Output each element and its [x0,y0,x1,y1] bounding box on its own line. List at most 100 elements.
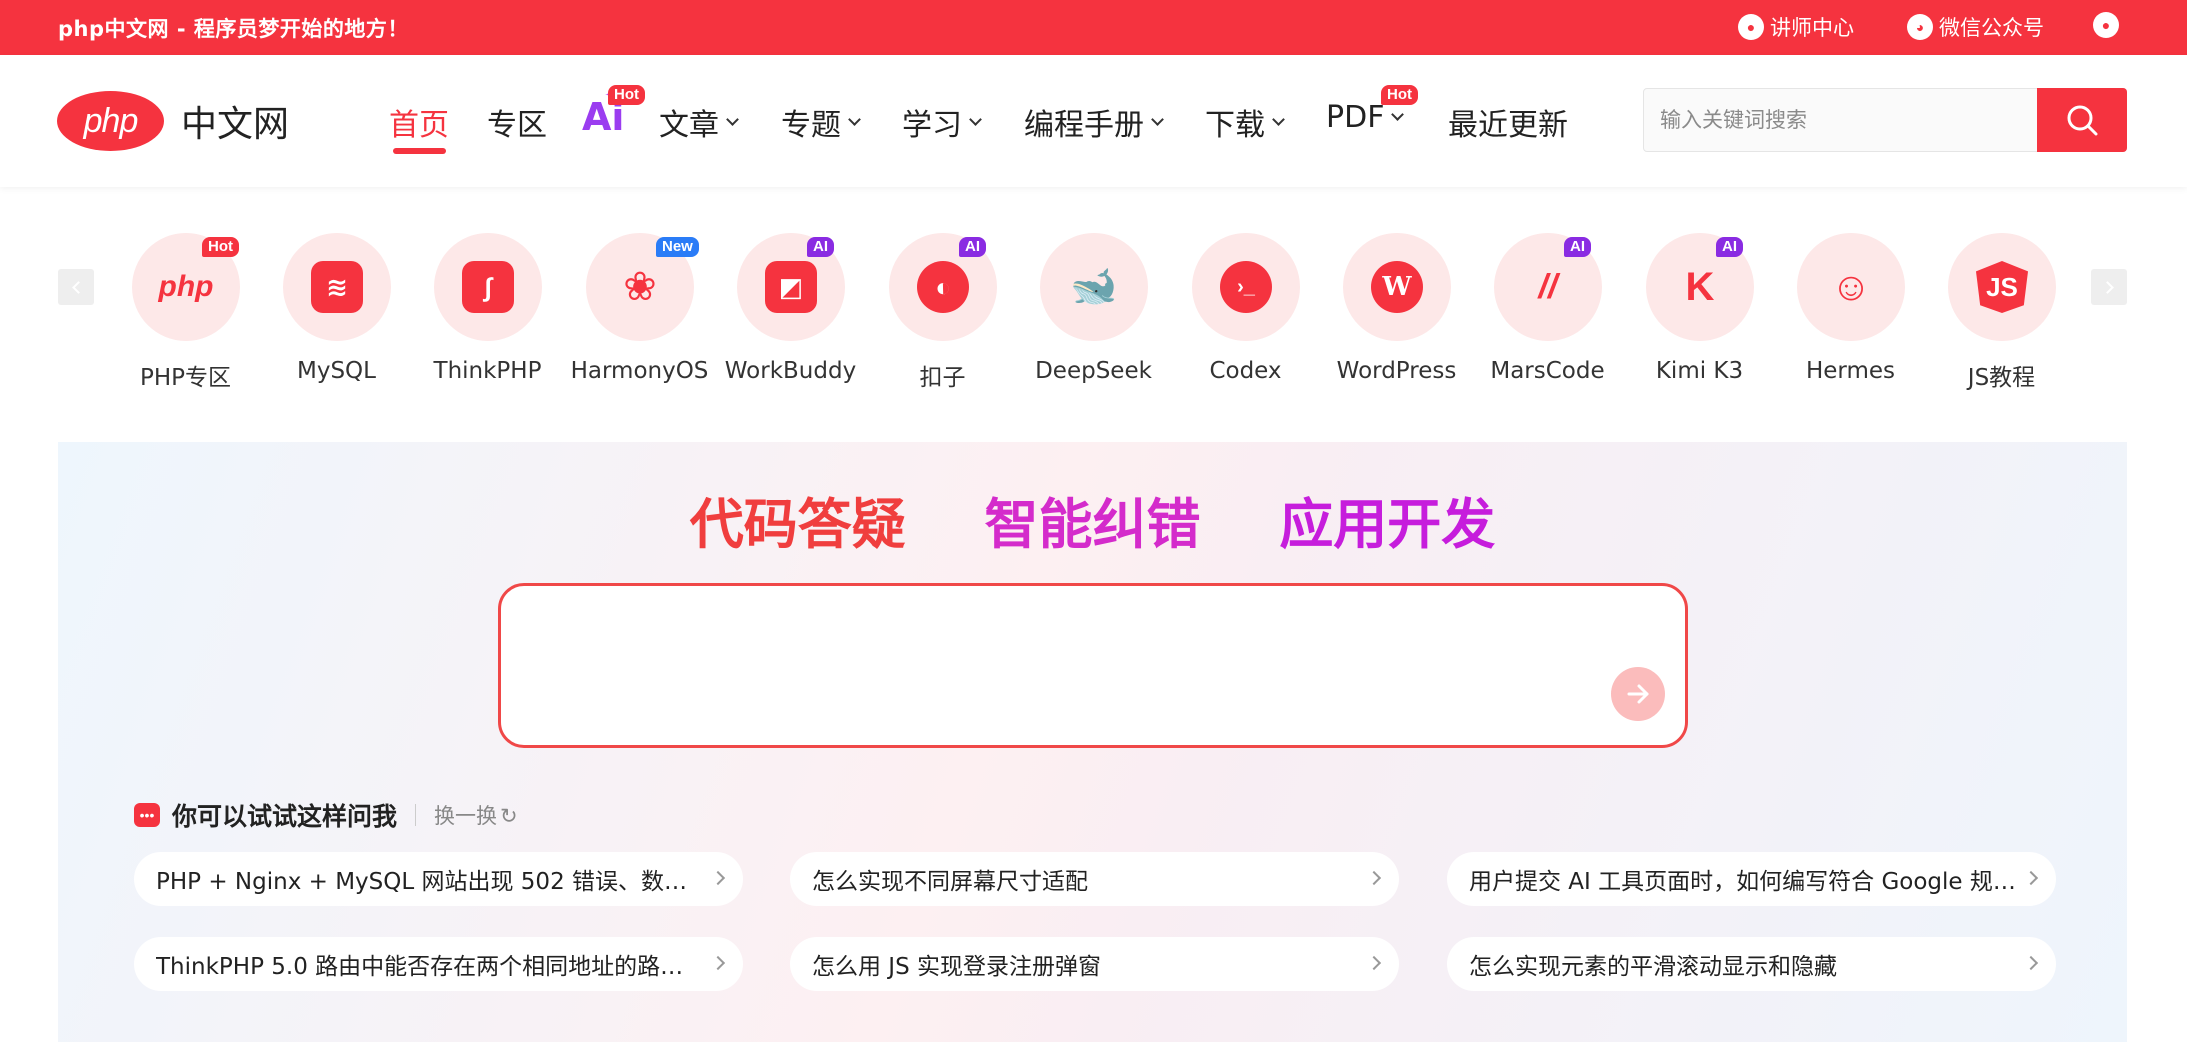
suggestion-text: 用户提交 AI 工具页面时，如何编写符合 Google 规范的结构化数据？ [1469,869,2016,895]
nav-manual[interactable]: 编程手册 [1024,100,1164,144]
carousel-prev-button[interactable] [58,269,94,305]
search-button[interactable] [2037,88,2127,152]
js-icon: JS [1976,261,2028,313]
chevron-right-icon [2023,955,2039,971]
top-bar: php中文网 - 程序员梦开始的地方！ ● 讲师中心 ◕ 微信公众号 ● [0,0,2187,55]
topic-wordpress[interactable]: W WordPress [1321,233,1472,413]
topic-deepseek[interactable]: 🐋 DeepSeek [1018,233,1169,413]
workbuddy-icon: ◩ [765,261,817,313]
nav-topics[interactable]: 专题 [781,100,861,144]
topic-label: WordPress [1336,358,1457,384]
suggestion-item[interactable]: 怎么实现元素的平滑滚动显示和隐藏 [1447,937,2056,991]
chevron-down-icon [1151,112,1164,126]
topic-label: JS教程 [1967,365,2036,391]
suggestion-item[interactable]: 怎么实现不同屏幕尺寸适配 [790,852,1399,906]
chevron-down-icon [848,112,861,126]
ai-assistant-panel: 代码答疑 智能纠错 应用开发 ••• 你可以试试这样问我 换一换 ↻ PHP + … [58,442,2127,1042]
nav-zone[interactable]: 专区 [487,100,547,144]
topic-mysql[interactable]: ≋ MySQL [261,233,412,413]
search-box [1643,88,2127,152]
suggestion-text: 怎么用 JS 实现登录注册弹窗 [812,954,1102,980]
lecturer-center-link[interactable]: ● 讲师中心 [1738,12,1854,42]
topic-thinkphp[interactable]: ∫ ThinkPHP [412,233,563,413]
refresh-button[interactable]: 换一换 ↻ [434,800,518,830]
suggestion-text: ThinkPHP 5.0 路由中能否存在两个相同地址的路由规则？ [156,954,703,980]
refresh-label: 换一换 [434,804,498,828]
topic-label: MySQL [297,358,376,384]
suggestion-item[interactable]: 用户提交 AI 工具页面时，如何编写符合 Google 规范的结构化数据？ [1447,852,2056,906]
topic-wordpress-circle: W [1343,233,1451,341]
nav-articles[interactable]: 文章 [659,100,739,144]
topic-js-circle: JS [1948,233,2056,341]
chevron-down-icon [726,112,739,126]
nav-active-underline [393,148,446,154]
main-nav: 首页 专区 Ai ✦ Hot 文章 专题 学习 编程手册 下载 PDF Hot … [0,55,1600,187]
marscode-icon: // [1538,267,1558,306]
refresh-icon: ↻ [500,804,518,828]
deepseek-icon: 🐋 [1070,266,1118,308]
nav-learn[interactable]: 学习 [902,100,982,144]
topic-label: 扣子 [919,365,966,391]
nav-home-label: 首页 [389,108,449,143]
site-slogan: php中文网 - 程序员梦开始的地方！ [58,17,409,41]
suggestion-item[interactable]: 怎么用 JS 实现登录注册弹窗 [790,937,1399,991]
ai-slogans: 代码答疑 智能纠错 应用开发 [58,480,2127,559]
nav-ai-hot-badge: Hot [608,85,645,105]
arrow-right-icon [1627,684,1649,704]
topic-js[interactable]: JS JS教程 [1926,233,2077,413]
topic-coze[interactable]: ◐ AI 扣子 [867,233,1018,413]
chevron-down-icon [1391,108,1405,121]
search-input[interactable] [1644,89,2037,151]
chevron-down-icon [1272,112,1285,126]
nav-recent[interactable]: 最近更新 [1448,100,1568,144]
carousel-next-button[interactable] [2091,269,2127,305]
codex-icon: ›_ [1220,261,1272,313]
lecturer-icon: ● [1738,14,1764,40]
topic-hermes[interactable]: ☺ Hermes [1775,233,1926,413]
suggestions-header: ••• 你可以试试这样问我 换一换 ↻ [134,797,518,833]
topic-badge: AI [1716,237,1743,257]
wordpress-icon: W [1371,261,1423,313]
topic-kimi[interactable]: K AI Kimi K3 [1624,233,1775,413]
hermes-icon: ☺ [1830,264,1872,309]
chat-bubble-icon: ••• [134,803,160,827]
chevron-down-icon [969,112,982,126]
coze-icon: ◐ [917,261,969,313]
suggestion-text: PHP + Nginx + MySQL 网站出现 502 错误、数据库连接失败？ [156,869,703,895]
suggestion-text: 怎么实现元素的平滑滚动显示和隐藏 [1469,954,1837,980]
lecturer-center-label: 讲师中心 [1770,17,1854,40]
nav-download[interactable]: 下载 [1205,100,1285,144]
topic-badge: AI [959,237,986,257]
ai-question-input[interactable] [519,600,1519,720]
search-icon [2067,105,2098,136]
nav-home[interactable]: 首页 [389,100,449,144]
topic-marscode[interactable]: // AI MarsCode [1472,233,1623,413]
send-button[interactable] [1611,667,1665,721]
nav-recent-label: 最近更新 [1448,108,1568,143]
topic-badge: AI [807,237,834,257]
harmonyos-icon: ❀ [623,265,657,309]
topic-php[interactable]: php Hot PHP专区 [110,233,261,413]
topic-workbuddy[interactable]: ◩ AI WorkBuddy [715,233,866,413]
suggestion-item[interactable]: PHP + Nginx + MySQL 网站出现 502 错误、数据库连接失败？ [134,852,743,906]
chevron-right-icon [2023,870,2039,886]
suggestion-item[interactable]: ThinkPHP 5.0 路由中能否存在两个相同地址的路由规则？ [134,937,743,991]
topic-mysql-circle: ≋ [283,233,391,341]
chevron-right-icon [2100,280,2114,294]
topic-harmonyos[interactable]: ❀ New HarmonyOS [564,233,715,413]
nav-zone-label: 专区 [487,108,547,143]
topic-badge: New [656,237,699,257]
topic-codex-circle: ›_ [1192,233,1300,341]
topic-badge: Hot [202,237,239,257]
user-button[interactable]: ● [2093,12,2119,38]
nav-pdf[interactable]: PDF [1326,100,1405,135]
wechat-link[interactable]: ◕ 微信公众号 [1907,12,2044,42]
topic-label: DeepSeek [1035,358,1152,384]
topic-label: Hermes [1805,358,1896,384]
nav-manual-label: 编程手册 [1024,108,1144,143]
topic-codex[interactable]: ›_ Codex [1170,233,1321,413]
nav-topics-label: 专题 [781,108,841,143]
topic-label: PHP专区 [139,365,232,391]
chevron-right-icon [1366,870,1382,886]
suggestion-text: 怎么实现不同屏幕尺寸适配 [812,869,1088,895]
